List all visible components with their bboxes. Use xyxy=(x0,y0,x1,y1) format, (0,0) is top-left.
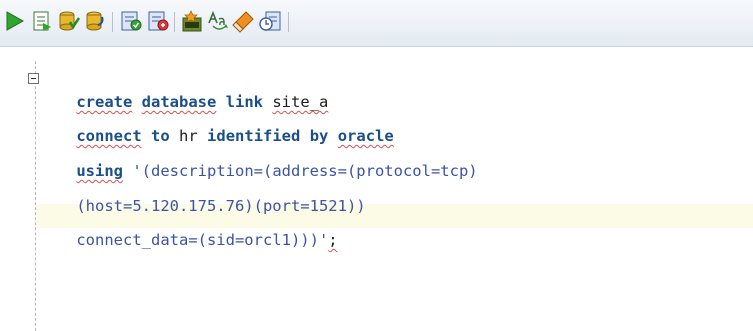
commit-icon[interactable] xyxy=(57,9,81,33)
run-script-icon[interactable] xyxy=(30,9,54,33)
sql-history-icon[interactable] xyxy=(258,9,282,33)
code-line-1: create database link site_a xyxy=(39,66,328,111)
autotrace-icon[interactable] xyxy=(146,9,170,33)
fold-collapse-icon[interactable] xyxy=(28,73,39,84)
code-line-2: connect to hr identified by oracle xyxy=(39,100,393,145)
toolbar-separator xyxy=(112,12,113,32)
rollback-icon[interactable] xyxy=(84,9,108,33)
toolbar-separator xyxy=(288,12,289,32)
statement-terminator: ; xyxy=(328,231,338,249)
code-line-3: using '(description=(address=(protocol=t… xyxy=(39,135,477,180)
string-literal: connect_data=(sid=orcl1)))' xyxy=(76,231,329,249)
explain-plan-icon[interactable] xyxy=(119,9,143,33)
run-statement-icon[interactable] xyxy=(3,9,27,33)
fold-guide-line xyxy=(35,61,36,331)
worksheet-toolbar xyxy=(0,0,753,47)
toolbar-separator xyxy=(174,12,175,32)
sql-editor[interactable]: create database link site_a connect to h… xyxy=(0,47,753,331)
clear-icon[interactable] xyxy=(232,9,256,33)
code-line-4: (host=5.120.175.76)(port=1521)) xyxy=(39,170,365,215)
to-upper-lower-icon[interactable] xyxy=(207,9,231,33)
code-line-5: connect_data=(sid=orcl1)))'; xyxy=(39,204,337,249)
sql-tuning-icon[interactable] xyxy=(181,9,205,33)
